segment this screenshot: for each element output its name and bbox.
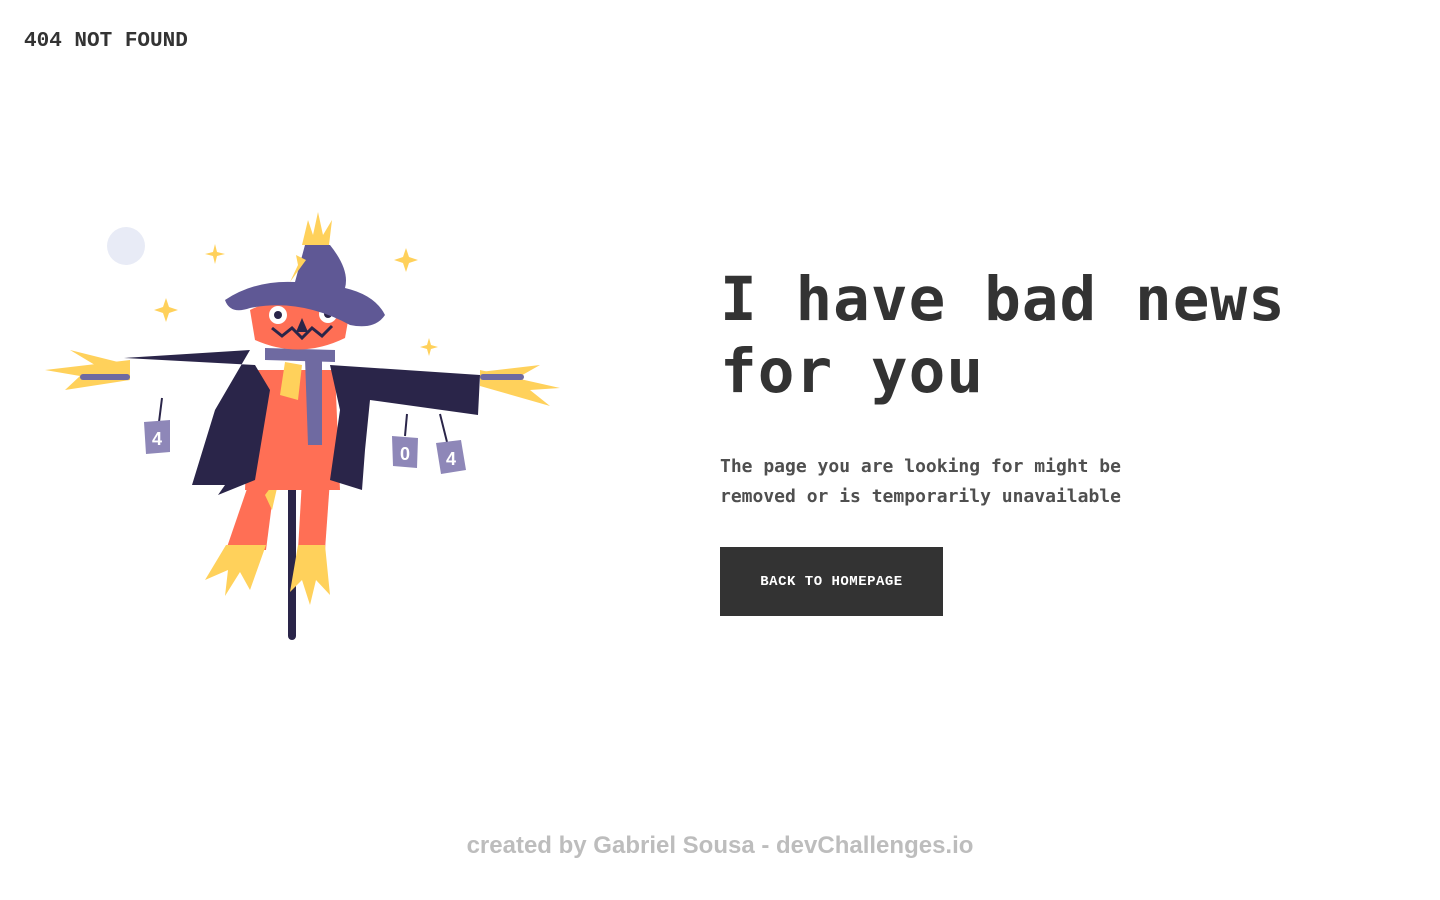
- page-headline: I have bad news for you: [720, 264, 1360, 408]
- footer-credit: created by Gabriel Sousa - devChallenges…: [466, 832, 974, 859]
- can-right: 4: [436, 413, 466, 474]
- svg-text:4: 4: [152, 429, 162, 449]
- headline-line-1: I have bad news: [720, 264, 1286, 335]
- moon-shape: [107, 227, 145, 265]
- can-middle: 0: [392, 413, 418, 468]
- scarecrow-illustration: 4 0 4: [45, 212, 560, 640]
- scarf-shape: [265, 348, 335, 362]
- straw-right: [480, 365, 560, 406]
- can-left: 4: [144, 397, 170, 454]
- page-description: The page you are looking for might be rem…: [720, 452, 1200, 512]
- description-line-1: The page you are looking for might be: [720, 456, 1121, 477]
- leg-left: [226, 480, 275, 550]
- headline-line-2: for you: [720, 336, 985, 407]
- description-line-2: removed or is temporarily unavailable: [720, 486, 1121, 507]
- page-brand: 404 NOT FOUND: [24, 30, 188, 53]
- leg-right: [298, 480, 330, 550]
- back-to-homepage-button[interactable]: BACK TO HOMEPAGE: [720, 547, 943, 616]
- svg-text:4: 4: [446, 449, 456, 469]
- straw-left: [45, 350, 130, 390]
- svg-text:0: 0: [400, 444, 410, 464]
